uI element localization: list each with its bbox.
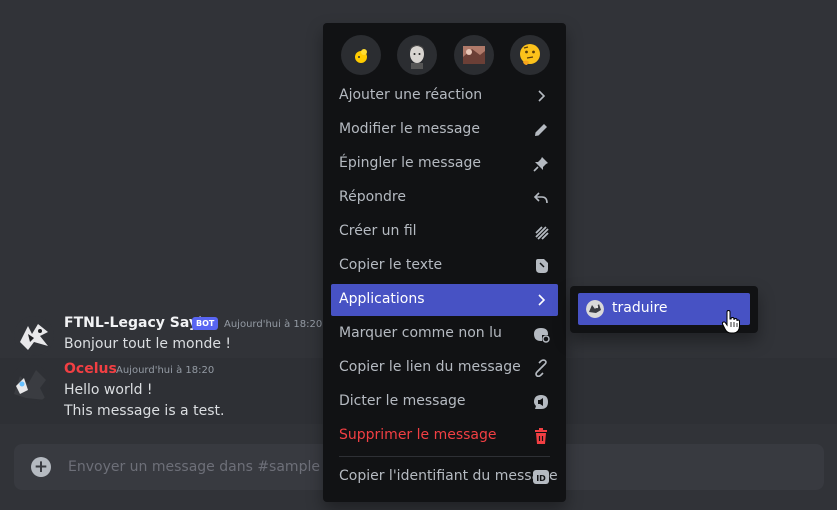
message-content: Bonjour tout le monde ! — [64, 336, 232, 352]
menu-item-copy-message-id[interactable]: Copier l'identifiant du message ID — [331, 461, 558, 493]
menu-item-label: Dicter le message — [339, 393, 466, 409]
svg-text:ID: ID — [536, 474, 546, 483]
speaker-icon — [534, 395, 548, 409]
menu-item-label: Ajouter une réaction — [339, 87, 483, 103]
link-icon — [535, 359, 547, 377]
bot-avatar[interactable] — [14, 316, 54, 356]
menu-item-pin-message[interactable]: Épingler le message — [331, 148, 558, 180]
menu-item-delete-message[interactable]: Supprimer le message — [331, 420, 558, 452]
menu-item-label: Supprimer le message — [339, 427, 497, 443]
menu-item-copy-message-link[interactable]: Copier le lien du message — [331, 352, 558, 384]
message-timestamp: Aujourd'hui à 18:20 — [224, 319, 323, 330]
reaction-yellow-blob-emoji[interactable] — [341, 35, 381, 75]
message-content: This message is a test. — [64, 403, 225, 419]
reaction-person-avatar-emoji[interactable] — [397, 35, 437, 75]
pin-icon — [533, 157, 548, 172]
reaction-thinking-face-emoji[interactable] — [510, 35, 550, 75]
menu-item-speak-message[interactable]: Dicter le message — [331, 386, 558, 418]
message-context-menu: Ajouter une réaction Modifier le message… — [323, 23, 566, 502]
menu-item-label: Modifier le message — [339, 121, 480, 137]
menu-item-reply[interactable]: Répondre — [331, 182, 558, 214]
menu-item-label: Répondre — [339, 189, 406, 205]
menu-item-label: Copier l'identifiant du message — [339, 468, 558, 484]
submenu-item-label: traduire — [612, 300, 668, 316]
message-author[interactable]: FTNL-Legacy Say's — [64, 315, 211, 331]
message-content: Hello world ! — [64, 382, 153, 398]
menu-item-label: Copier le texte — [339, 257, 443, 273]
copy-icon — [536, 259, 548, 273]
menu-item-label: Applications — [339, 291, 425, 307]
menu-separator — [339, 456, 550, 457]
trash-icon — [535, 428, 547, 444]
user-avatar[interactable] — [10, 364, 50, 404]
menu-item-label: Marquer comme non lu — [339, 325, 502, 341]
reply-icon — [533, 192, 548, 204]
menu-item-label: Épingler le message — [339, 155, 481, 171]
menu-item-mark-unread[interactable]: Marquer comme non lu — [331, 318, 558, 350]
mark-unread-icon — [534, 328, 550, 343]
menu-item-create-thread[interactable]: Créer un fil — [331, 216, 558, 248]
menu-item-add-reaction[interactable]: Ajouter une réaction — [331, 80, 558, 112]
menu-item-edit-message[interactable]: Modifier le message — [331, 114, 558, 146]
chevron-right-icon — [538, 90, 546, 102]
thread-icon — [535, 226, 549, 240]
menu-item-label: Copier le lien du message — [339, 359, 521, 375]
menu-item-label: Créer un fil — [339, 223, 417, 239]
message-timestamp: Aujourd'hui à 18:20 — [116, 365, 215, 376]
app-avatar-icon — [586, 300, 604, 318]
id-icon: ID — [533, 470, 549, 484]
attach-plus-icon[interactable]: + — [31, 457, 51, 477]
menu-item-applications[interactable]: Applications — [331, 284, 558, 316]
pencil-icon — [535, 124, 547, 136]
message-author[interactable]: Ocelus — [64, 361, 117, 377]
reaction-photo-emoji[interactable] — [454, 35, 494, 75]
hand-cursor-icon — [721, 310, 740, 334]
chevron-right-icon — [538, 294, 546, 306]
bot-badge: BOT — [192, 317, 219, 330]
menu-item-copy-text[interactable]: Copier le texte — [331, 250, 558, 282]
